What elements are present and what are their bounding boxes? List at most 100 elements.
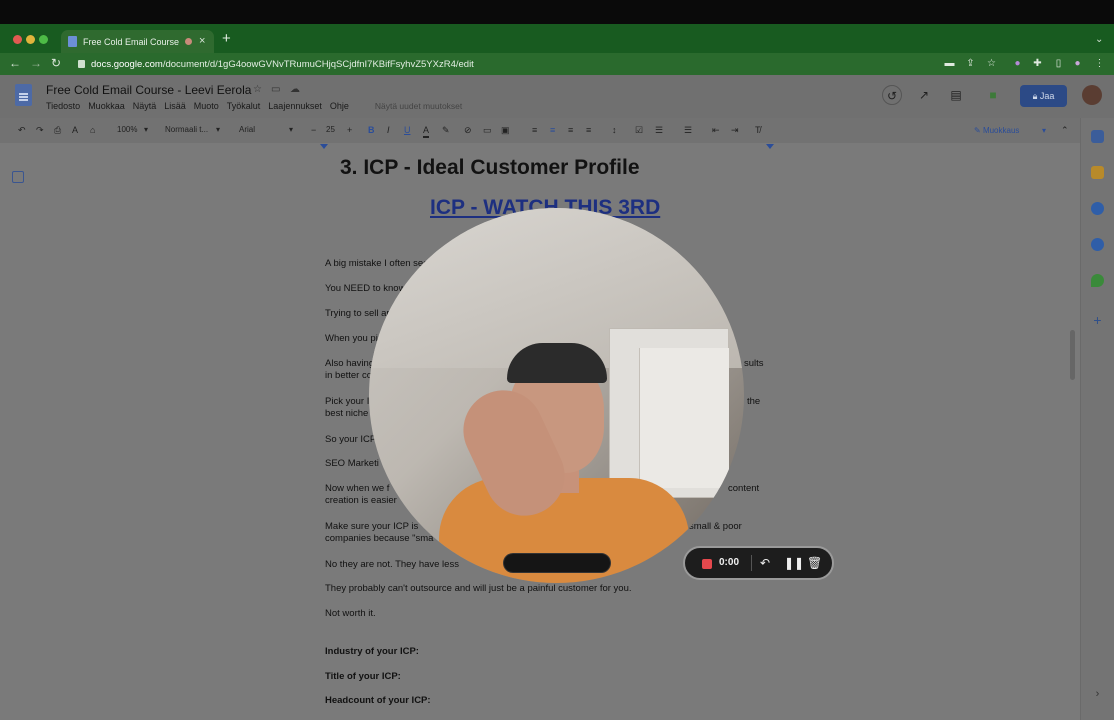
- menu-bar: Tiedosto Muokkaa Näytä Lisää Muoto Työka…: [46, 101, 462, 111]
- menu-item-extensions[interactable]: Laajennukset: [268, 101, 322, 111]
- recording-timer: 0:00: [719, 557, 740, 568]
- comments-icon[interactable]: ▤: [946, 85, 966, 105]
- extension-loom-icon[interactable]: ●: [1012, 58, 1023, 69]
- increase-indent-icon[interactable]: ⇥: [731, 124, 739, 136]
- menu-item-tools[interactable]: Työkalut: [227, 101, 261, 111]
- stop-recording-button[interactable]: [702, 559, 712, 569]
- comment-icon[interactable]: ▭: [483, 124, 492, 136]
- bullet-list-icon[interactable]: ☰: [655, 124, 663, 136]
- menu-item-edit[interactable]: Muokkaa: [88, 101, 125, 111]
- paint-format-icon[interactable]: ⌂: [90, 124, 95, 136]
- paragraph: They probably can't outsource and will j…: [325, 583, 632, 594]
- recording-indicator-icon: [185, 38, 192, 45]
- chevron-up-icon[interactable]: ⌃: [1061, 124, 1069, 136]
- line-spacing-icon[interactable]: ↕: [612, 124, 617, 136]
- share-page-icon[interactable]: ⇪: [965, 58, 976, 69]
- forward-button[interactable]: →: [30, 57, 42, 69]
- font-select[interactable]: Arial: [239, 124, 255, 136]
- docs-logo-icon[interactable]: [15, 84, 32, 106]
- activity-dashboard-icon[interactable]: ↗: [914, 85, 934, 105]
- highlight-icon[interactable]: ✎: [442, 124, 450, 136]
- vertical-scrollbar[interactable]: [1070, 330, 1075, 380]
- tab-close-button[interactable]: ×: [199, 36, 205, 47]
- spellcheck-icon[interactable]: A: [72, 124, 78, 136]
- keep-icon[interactable]: [1091, 166, 1104, 179]
- new-tab-button[interactable]: +: [222, 31, 231, 46]
- maximize-window-button[interactable]: [39, 35, 48, 44]
- url-field[interactable]: docs.google.com/document/d/1gG4oowGVNvTR…: [72, 56, 972, 72]
- editing-mode-select[interactable]: ✎ Muokkaus ▾: [968, 122, 1053, 139]
- chevron-right-icon[interactable]: ›: [1091, 688, 1104, 701]
- meet-icon[interactable]: ■: [983, 85, 1003, 105]
- paragraph: Make sure your ICP is: [325, 521, 419, 532]
- decrease-indent-icon[interactable]: ⇤: [712, 124, 720, 136]
- print-icon[interactable]: ⎙: [54, 124, 61, 136]
- document-outline-icon[interactable]: [12, 171, 24, 183]
- paragraph: Also having: [325, 358, 375, 369]
- indent-marker-icon[interactable]: [320, 144, 328, 149]
- move-folder-icon[interactable]: ▭: [271, 84, 280, 95]
- add-addon-icon[interactable]: +: [1091, 313, 1104, 327]
- image-icon[interactable]: ▣: [501, 124, 510, 136]
- align-right-icon[interactable]: ≡: [568, 124, 573, 136]
- chevron-down-icon: ▾: [1042, 126, 1047, 135]
- delete-icon[interactable]: 🗑︎: [807, 556, 822, 570]
- screen-top-bar: [0, 0, 1114, 24]
- italic-button[interactable]: I: [387, 124, 390, 136]
- more-menu-icon[interactable]: ⋮: [1094, 58, 1105, 69]
- font-size-increase-button[interactable]: +: [347, 124, 352, 136]
- pause-icon[interactable]: ❚❚: [784, 556, 804, 570]
- align-justify-icon[interactable]: ≡: [586, 124, 591, 136]
- sidebar-icon[interactable]: ▯: [1053, 58, 1064, 69]
- tab-title: Free Cold Email Course - L: [83, 36, 181, 47]
- icp-title-field: Title of your ICP:: [325, 671, 401, 682]
- right-indent-marker-icon[interactable]: [766, 144, 774, 149]
- chevron-down-icon: ▾: [216, 125, 221, 134]
- star-icon[interactable]: ☆: [253, 84, 262, 95]
- back-button[interactable]: ←: [9, 57, 21, 69]
- restart-icon[interactable]: ↶: [760, 556, 770, 570]
- undo-icon[interactable]: ↶: [18, 124, 26, 136]
- history-icon[interactable]: ↺: [882, 85, 902, 105]
- tasks-icon[interactable]: [1091, 202, 1104, 215]
- puzzle-icon[interactable]: ✚: [1032, 58, 1043, 69]
- webcam-bubble[interactable]: [369, 208, 744, 583]
- document-title[interactable]: Free Cold Email Course - Leevi Eerola: [46, 83, 251, 97]
- contacts-icon[interactable]: [1091, 238, 1104, 251]
- reload-button[interactable]: ↻: [51, 57, 61, 69]
- align-left-icon[interactable]: ≡: [532, 124, 537, 136]
- tab-docs[interactable]: Free Cold Email Course - L ×: [61, 30, 214, 53]
- menu-item-file[interactable]: Tiedosto: [46, 101, 80, 111]
- checklist-icon[interactable]: ☑: [635, 124, 643, 136]
- menu-item-help[interactable]: Ohje: [330, 101, 349, 111]
- close-window-button[interactable]: [13, 35, 22, 44]
- underline-button[interactable]: U: [404, 124, 411, 136]
- menu-item-format[interactable]: Muoto: [194, 101, 219, 111]
- account-avatar[interactable]: [1082, 85, 1102, 105]
- link-icon[interactable]: ⊘: [464, 124, 472, 136]
- numbered-list-icon[interactable]: ☰: [684, 124, 692, 136]
- chevron-down-icon[interactable]: ⌄: [1095, 34, 1103, 45]
- camera-icon[interactable]: ▬: [944, 58, 955, 69]
- menu-item-insert[interactable]: Lisää: [164, 101, 186, 111]
- menu-item-view[interactable]: Näytä: [133, 101, 157, 111]
- align-center-icon[interactable]: ≡: [550, 124, 555, 136]
- font-size-field[interactable]: 25: [326, 124, 335, 136]
- recording-controls: 0:00 ↶ ❚❚ 🗑︎: [683, 546, 834, 580]
- bookmark-star-icon[interactable]: ☆: [986, 58, 997, 69]
- style-select[interactable]: Normaali t...: [165, 124, 208, 136]
- zoom-select[interactable]: 100%: [117, 124, 137, 136]
- maps-icon[interactable]: [1091, 274, 1104, 287]
- clear-formatting-icon[interactable]: T̸: [755, 124, 761, 136]
- text-color-icon[interactable]: A: [423, 124, 430, 138]
- redo-icon[interactable]: ↷: [36, 124, 44, 136]
- webcam-controls-pill[interactable]: [503, 553, 611, 573]
- share-button[interactable]: 🔒︎ Jaa: [1020, 85, 1067, 107]
- last-edit-link[interactable]: Näytä uudet muutokset: [375, 101, 462, 111]
- font-size-decrease-button[interactable]: −: [311, 124, 316, 136]
- cloud-saved-icon[interactable]: ☁: [290, 84, 300, 95]
- bold-button[interactable]: B: [368, 124, 375, 136]
- calendar-icon[interactable]: [1091, 130, 1104, 143]
- minimize-window-button[interactable]: [26, 35, 35, 44]
- profile-avatar-icon[interactable]: ●: [1072, 58, 1083, 69]
